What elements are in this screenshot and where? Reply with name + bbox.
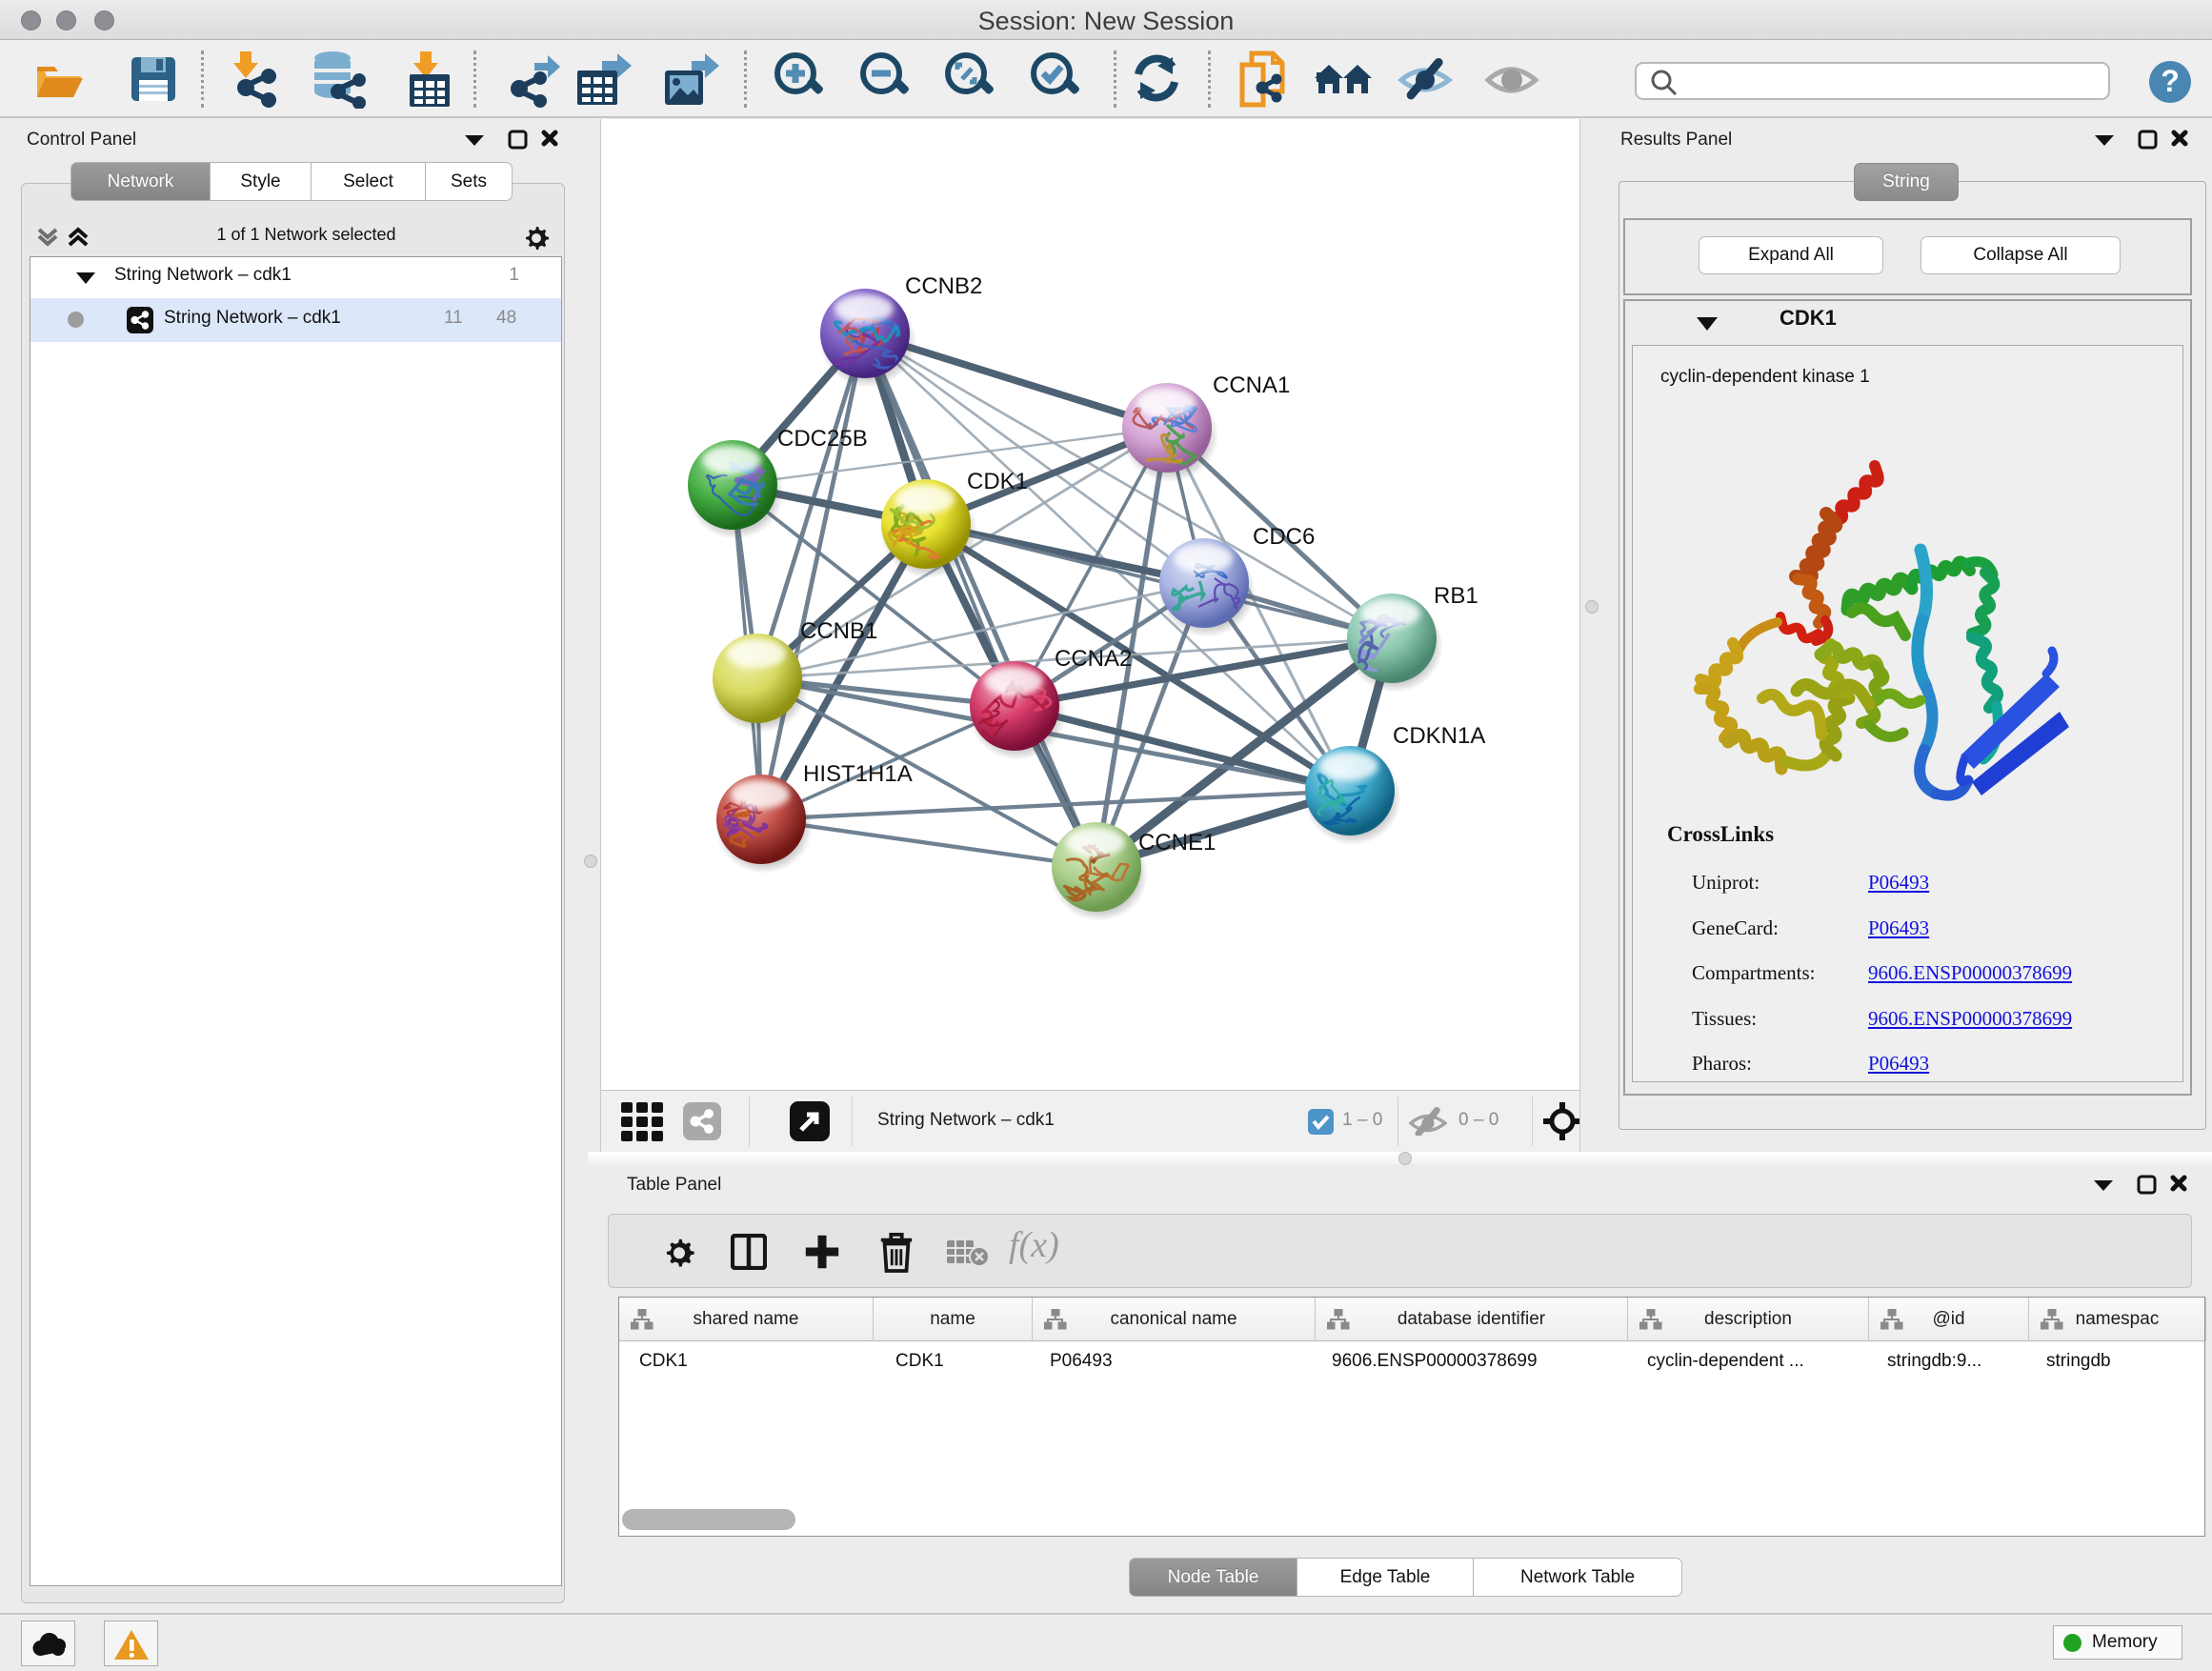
svg-text:CDKN1A: CDKN1A xyxy=(1393,723,1485,749)
svg-text:CDC25B: CDC25B xyxy=(777,426,868,452)
svg-text:CCNE1: CCNE1 xyxy=(1138,830,1216,856)
svg-text:CDK1: CDK1 xyxy=(967,469,1028,494)
svg-text:CCNA2: CCNA2 xyxy=(1055,646,1132,672)
svg-text:CCNA1: CCNA1 xyxy=(1213,372,1290,398)
svg-text:RB1: RB1 xyxy=(1434,583,1478,609)
svg-text:CCNB2: CCNB2 xyxy=(905,273,982,299)
svg-text:CCNB1: CCNB1 xyxy=(800,618,877,644)
svg-text:HIST1H1A: HIST1H1A xyxy=(803,761,913,787)
svg-text:CDC6: CDC6 xyxy=(1253,524,1315,550)
svg-text:?: ? xyxy=(2161,64,2180,98)
